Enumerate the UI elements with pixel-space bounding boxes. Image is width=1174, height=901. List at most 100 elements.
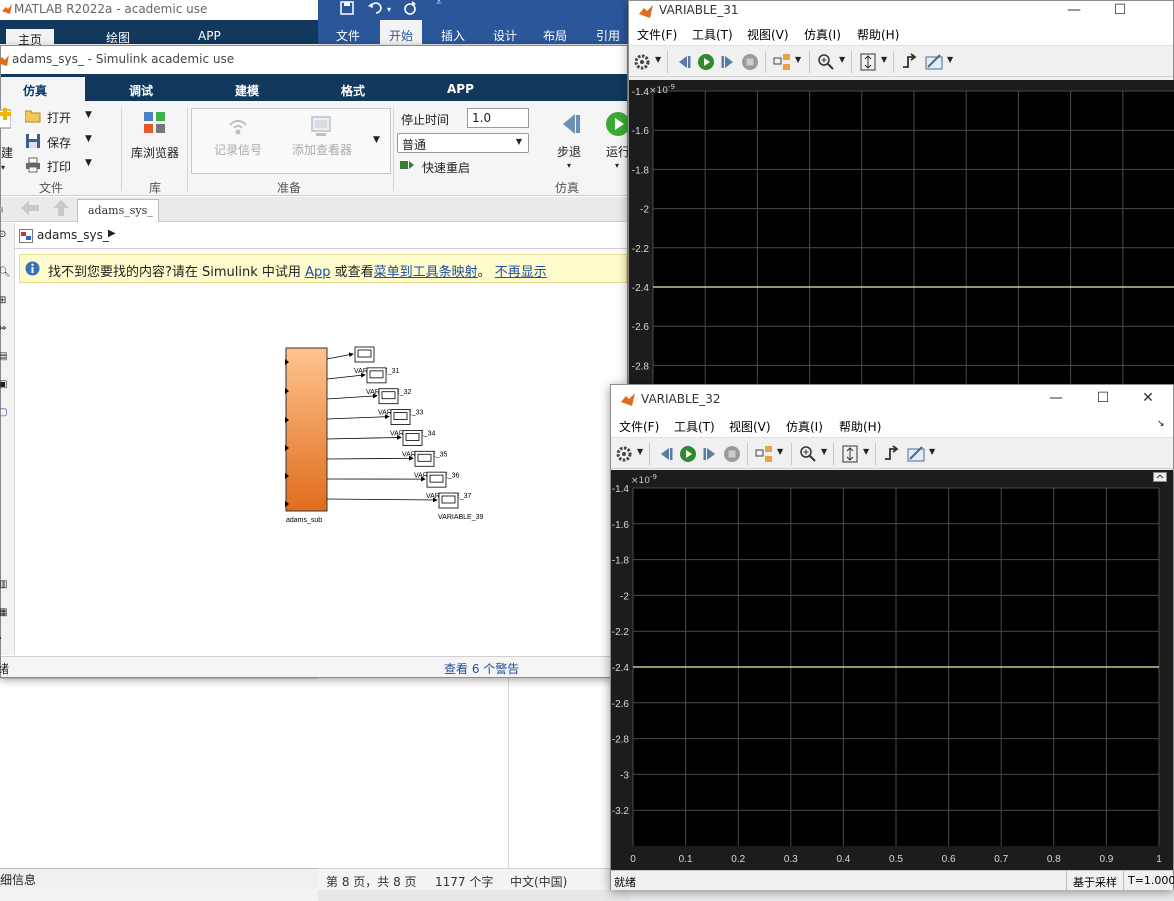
triggers-icon[interactable]	[901, 53, 919, 71]
new-model-icon[interactable]	[0, 108, 11, 130]
word-redo-icon[interactable]	[403, 1, 417, 15]
scope1-chart[interactable]: -1.4 -1.6 -1.8 -2 -2.2 -2.4 -2.6 -2.8	[629, 80, 1174, 385]
signal-line[interactable]	[326, 372, 366, 380]
save-disk-icon[interactable]	[25, 133, 41, 149]
triggers-icon[interactable]	[883, 445, 901, 463]
property-inspector-icon[interactable]: ▦	[0, 607, 7, 618]
signal-line[interactable]	[326, 414, 390, 420]
palette-hide-icon[interactable]: ⊙	[0, 229, 6, 240]
word-tab-file[interactable]: 文件	[336, 27, 360, 44]
simulink-tab-modeling[interactable]: 建模	[235, 82, 259, 99]
step-back-icon[interactable]	[657, 445, 675, 463]
scale-axes-icon[interactable]	[841, 445, 859, 463]
measurement-icon[interactable]	[925, 53, 943, 71]
model-browser-icon[interactable]: ▥	[0, 579, 7, 590]
simulink-tab-simulation[interactable]: 仿真	[1, 77, 85, 101]
signal-line[interactable]	[326, 497, 438, 503]
banner-mapping-link[interactable]: 菜单到工具条映射	[374, 265, 478, 280]
breadcrumb-arrow-icon[interactable]: ▶	[108, 228, 116, 239]
scope1-menu-simulation[interactable]: 仿真(I)	[804, 26, 841, 43]
scope2-minimize-icon[interactable]: —	[1039, 389, 1073, 409]
signal-line[interactable]	[326, 435, 402, 440]
scope2-menu-view[interactable]: 视图(V)	[729, 418, 771, 435]
up-arrow-icon[interactable]	[53, 200, 69, 216]
scope1-menu-tools[interactable]: 工具(T)	[692, 26, 733, 43]
word-language[interactable]: 中文(中国)	[510, 873, 567, 890]
fit-view-icon[interactable]: ⊞	[0, 295, 6, 306]
print-icon[interactable]	[25, 157, 41, 173]
zoom-in-icon[interactable]	[799, 445, 817, 463]
word-tab-references[interactable]: 引用	[596, 27, 620, 44]
zoom-in-icon[interactable]	[817, 53, 835, 71]
fast-restart-button[interactable]: 快速重启	[422, 159, 470, 176]
new-dropdown-icon[interactable]: ▾	[1, 163, 5, 172]
scope2-chart[interactable]: -1.4 -1.6 -1.8 -2 -2.2 -2.4 -2.6 -2.8 -3 -3.2 0 0.1…	[611, 470, 1173, 870]
word-undo-dropdown-icon[interactable]: ▾	[387, 5, 391, 14]
scope2-maximize-icon[interactable]: ☐	[1086, 389, 1120, 409]
matlab-details-bar[interactable]: 详细信息	[0, 868, 320, 888]
save-dropdown-icon[interactable]: ▼	[85, 134, 92, 144]
step-back-dropdown-icon[interactable]: ▾	[567, 161, 571, 170]
stop-icon[interactable]	[723, 445, 741, 463]
banner-dismiss-link[interactable]: 不再显示	[495, 265, 547, 280]
print-dropdown-icon[interactable]: ▼	[85, 158, 92, 168]
run-icon[interactable]	[697, 53, 715, 71]
settings-dropdown-icon[interactable]: ▼	[655, 55, 661, 64]
zoom-dropdown-icon[interactable]: ▼	[839, 55, 845, 64]
word-save-icon[interactable]	[340, 1, 354, 15]
highlight-block-icon[interactable]	[773, 53, 791, 71]
step-forward-icon[interactable]	[701, 445, 719, 463]
block-diagram[interactable]: adams_sub VARIABLE_31VARIABLE_32VARIABLE…	[16, 284, 627, 656]
print-button[interactable]: 打印	[47, 158, 71, 175]
word-document-page[interactable]	[318, 678, 508, 868]
settings-gear-icon[interactable]	[633, 53, 651, 71]
step-back-icon[interactable]	[675, 53, 693, 71]
highlight-dropdown-icon[interactable]: ▼	[795, 55, 801, 64]
step-back-button[interactable]: 步退	[557, 143, 581, 160]
scope1-maximize-icon[interactable]: ☐	[1103, 1, 1137, 21]
matlab-tab-home[interactable]: 主页	[6, 29, 55, 47]
adams-sub-block[interactable]	[285, 347, 328, 512]
model-tab[interactable]: adams_sys_	[77, 199, 159, 222]
matlab-tab-plots[interactable]: 绘图	[106, 29, 130, 46]
word-page-count[interactable]: 第 8 页，共 8 页	[326, 873, 417, 890]
breadcrumb[interactable]: adams_sys_	[37, 228, 109, 242]
open-folder-icon[interactable]	[25, 109, 41, 123]
expand-arrow-icon[interactable]: ›	[0, 633, 2, 644]
scale-axes-icon[interactable]	[859, 53, 877, 71]
run-dropdown-icon[interactable]: ▾	[615, 161, 619, 170]
word-word-count[interactable]: 1177 个字	[435, 873, 493, 890]
signal-line[interactable]	[326, 455, 414, 461]
scope2-close-icon[interactable]: ✕	[1131, 389, 1165, 409]
undock-axes-icon[interactable]	[1153, 472, 1167, 482]
signal-line[interactable]	[326, 393, 378, 400]
word-tab-insert[interactable]: 插入	[441, 27, 465, 44]
warnings-link[interactable]: 查看 6 个警告	[444, 660, 519, 677]
settings-gear-icon[interactable]	[615, 445, 633, 463]
matlab-tab-apps[interactable]: APP	[198, 29, 221, 43]
signal-line[interactable]	[326, 352, 354, 360]
arrow-cross-icon[interactable]: ⇔	[0, 323, 6, 334]
simulation-mode-select[interactable]: 普通 ▼	[397, 133, 529, 153]
scale-dropdown-icon[interactable]: ▼	[881, 55, 887, 64]
scale-dropdown-icon[interactable]: ▼	[863, 447, 869, 456]
scope1-minimize-icon[interactable]: —	[1057, 1, 1091, 21]
scope1-menu-view[interactable]: 视图(V)	[747, 26, 789, 43]
word-undo-icon[interactable]	[368, 1, 384, 15]
library-browser-icon[interactable]	[143, 111, 167, 135]
back-arrow-icon[interactable]	[21, 201, 39, 215]
scope2-menu-tools[interactable]: 工具(T)	[674, 418, 715, 435]
new-button[interactable]: 建	[1, 144, 13, 161]
word-tab-layout[interactable]: 布局	[543, 27, 567, 44]
stop-time-input[interactable]: 1.0	[467, 108, 529, 128]
word-tab-design[interactable]: 设计	[493, 27, 517, 44]
simulink-tab-debug[interactable]: 调试	[129, 82, 153, 99]
scope1-plot-area[interactable]: ×10-9 -1.4 -1.6 -1.8 -2 -2.2 -2.4 -2.6 -2.8	[629, 80, 1174, 385]
prepare-gallery-dropdown-icon[interactable]: ▼	[373, 135, 380, 145]
scope2-menu-file[interactable]: 文件(F)	[619, 418, 659, 435]
scope2-dock-icon[interactable]: ↘	[1157, 419, 1165, 429]
measurement-icon[interactable]	[907, 445, 925, 463]
save-button[interactable]: 保存	[47, 134, 71, 151]
model-canvas[interactable]: adams_sub VARIABLE_31VARIABLE_32VARIABLE…	[16, 284, 627, 656]
stop-icon[interactable]	[741, 53, 759, 71]
